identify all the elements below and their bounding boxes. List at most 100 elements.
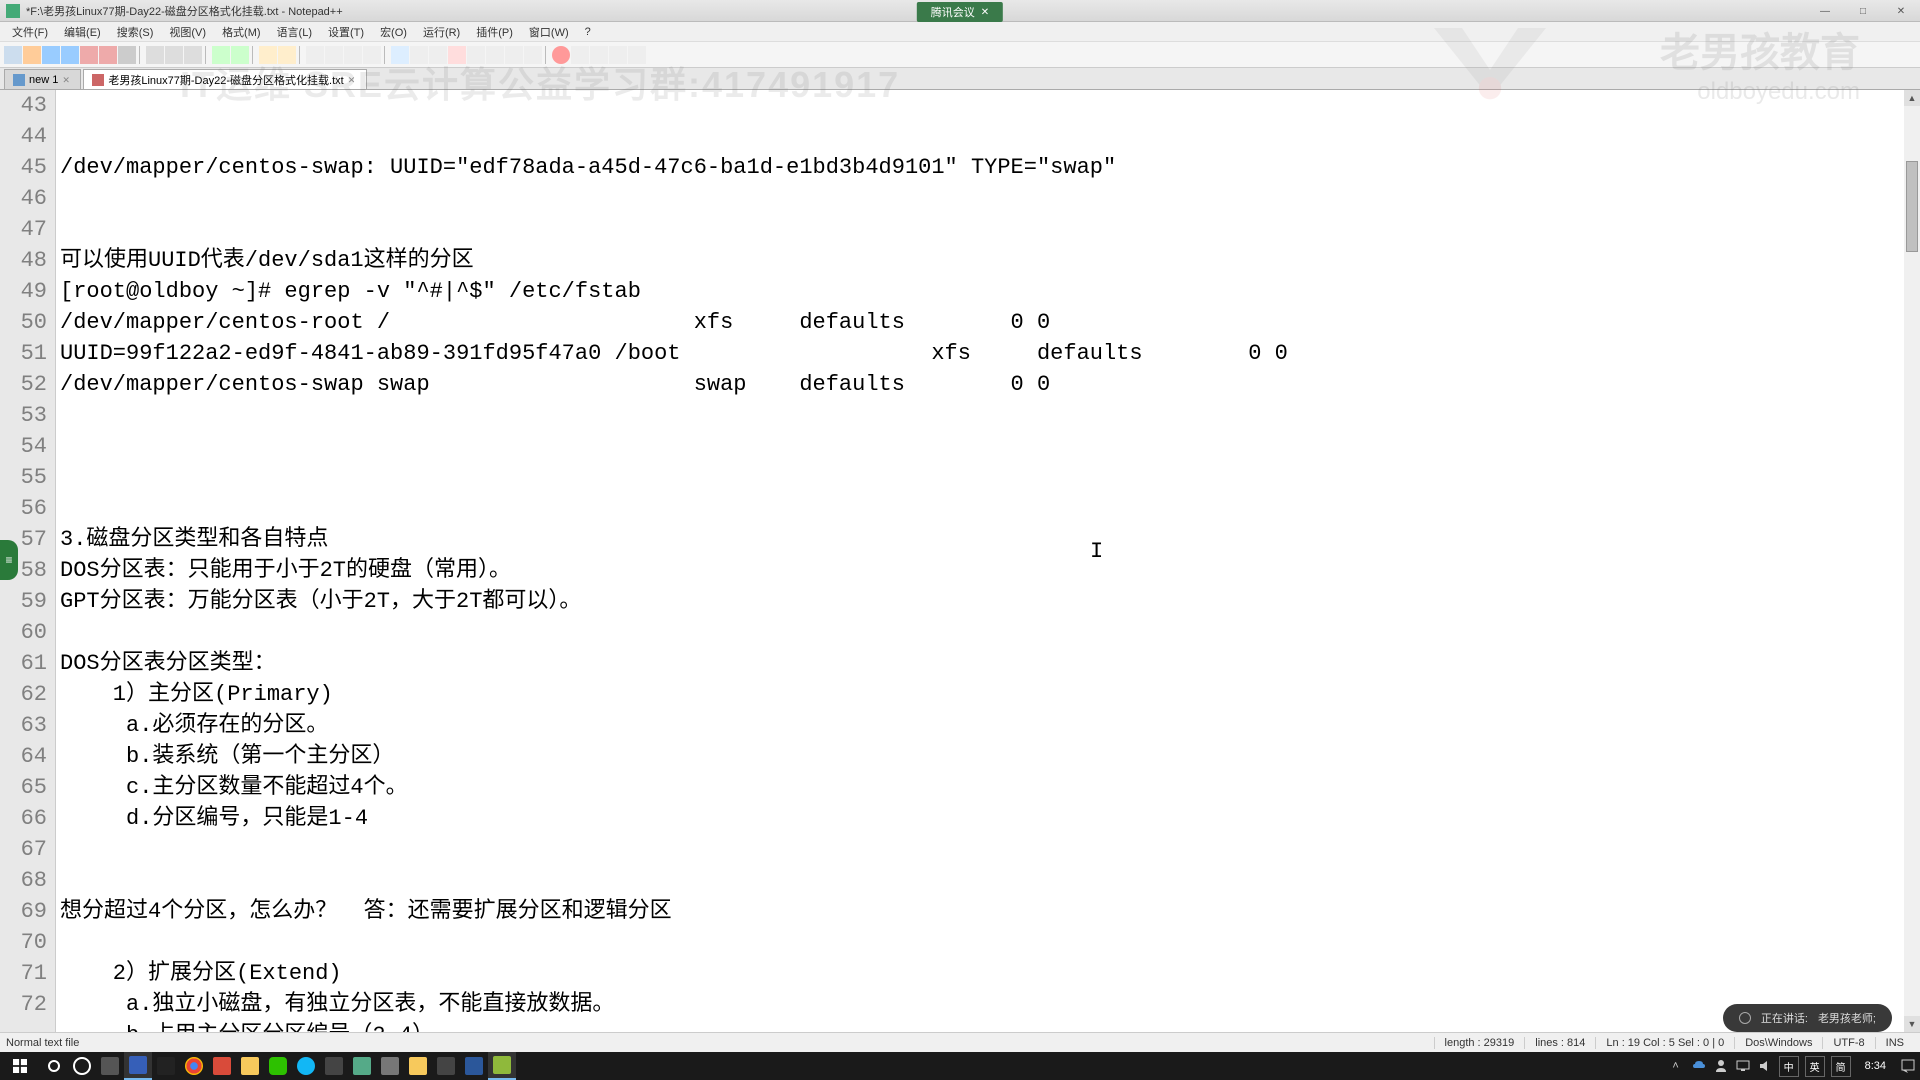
- close-icon[interactable]: ✕: [348, 75, 358, 85]
- editor-line[interactable]: /dev/mapper/centos-swap swap swap defaul…: [60, 369, 1920, 400]
- folder-workspace-icon[interactable]: [505, 46, 523, 64]
- scroll-down-icon[interactable]: ▼: [1904, 1016, 1920, 1032]
- editor-line[interactable]: 2）扩展分区(Extend): [60, 958, 1920, 989]
- editor-line[interactable]: GPT分区表：万能分区表（小于2T，大于2T都可以）。: [60, 586, 1920, 617]
- close-all-icon[interactable]: [99, 46, 117, 64]
- sync-v-icon[interactable]: [344, 46, 362, 64]
- show-all-chars-icon[interactable]: [410, 46, 428, 64]
- editor-line[interactable]: UUID=99f122a2-ed9f-4841-ab89-391fd95f47a…: [60, 338, 1920, 369]
- zoom-out-icon[interactable]: [325, 46, 343, 64]
- editor-line[interactable]: [60, 927, 1920, 958]
- cortana-icon[interactable]: [68, 1052, 96, 1080]
- monitor-icon[interactable]: [524, 46, 542, 64]
- taskbar-app-generic4[interactable]: [432, 1052, 460, 1080]
- editor-line[interactable]: [60, 400, 1920, 431]
- replace-icon[interactable]: [278, 46, 296, 64]
- taskbar-app-folder[interactable]: [236, 1052, 264, 1080]
- taskbar-app-generic2[interactable]: [348, 1052, 376, 1080]
- save-macro-icon[interactable]: [628, 46, 646, 64]
- menu-help[interactable]: ?: [577, 24, 599, 40]
- new-file-icon[interactable]: [4, 46, 22, 64]
- tray-clock[interactable]: 8:34: [1857, 1060, 1894, 1072]
- stop-macro-icon[interactable]: [571, 46, 589, 64]
- notification-center-icon[interactable]: [1900, 1058, 1916, 1074]
- paste-icon[interactable]: [184, 46, 202, 64]
- editor-line[interactable]: 1）主分区(Primary): [60, 679, 1920, 710]
- close-button[interactable]: ✕: [1882, 0, 1920, 22]
- minimize-button[interactable]: —: [1806, 0, 1844, 22]
- editor-line[interactable]: b.占用主分区分区编号（2-4）。: [60, 1020, 1920, 1032]
- start-button[interactable]: [0, 1052, 40, 1080]
- editor-line[interactable]: [60, 493, 1920, 524]
- menu-encoding[interactable]: 格式(M): [214, 22, 269, 42]
- editor-line[interactable]: [60, 462, 1920, 493]
- editor-line[interactable]: 3.磁盘分区类型和各自特点: [60, 524, 1920, 555]
- copy-icon[interactable]: [165, 46, 183, 64]
- editor-line[interactable]: /dev/mapper/centos-root / xfs defaults 0…: [60, 307, 1920, 338]
- play-multi-icon[interactable]: [609, 46, 627, 64]
- taskbar-app-qq[interactable]: [292, 1052, 320, 1080]
- taskbar-app-explorer[interactable]: [124, 1052, 152, 1080]
- editor-line[interactable]: [60, 183, 1920, 214]
- editor-line[interactable]: c.主分区数量不能超过4个。: [60, 772, 1920, 803]
- ime-chinese[interactable]: 中: [1779, 1056, 1799, 1077]
- menu-file[interactable]: 文件(F): [4, 22, 56, 42]
- close-icon[interactable]: ✕: [981, 7, 989, 18]
- menu-edit[interactable]: 编辑(E): [56, 22, 109, 42]
- editor-line[interactable]: /dev/mapper/centos-swap: UUID="edf78ada-…: [60, 152, 1920, 183]
- close-icon[interactable]: ✕: [62, 75, 72, 85]
- editor-line[interactable]: [60, 214, 1920, 245]
- redo-icon[interactable]: [231, 46, 249, 64]
- editor-line[interactable]: DOS分区表分区类型：: [60, 648, 1920, 679]
- open-file-icon[interactable]: [23, 46, 41, 64]
- tray-network-icon[interactable]: [1735, 1058, 1751, 1074]
- user-lang-icon[interactable]: [448, 46, 466, 64]
- function-list-icon[interactable]: [486, 46, 504, 64]
- tray-cloud-icon[interactable]: [1691, 1058, 1707, 1074]
- tray-people-icon[interactable]: [1713, 1058, 1729, 1074]
- meeting-indicator[interactable]: 腾讯会议 ✕: [917, 2, 1003, 22]
- editor-line[interactable]: [60, 834, 1920, 865]
- cut-icon[interactable]: [146, 46, 164, 64]
- menu-language[interactable]: 语言(L): [269, 22, 320, 42]
- record-macro-icon[interactable]: [552, 46, 570, 64]
- editor-line[interactable]: 可以使用UUID代表/dev/sda1这样的分区: [60, 245, 1920, 276]
- taskbar-app-wechat[interactable]: [264, 1052, 292, 1080]
- tray-volume-icon[interactable]: [1757, 1058, 1773, 1074]
- sync-h-icon[interactable]: [363, 46, 381, 64]
- editor-line[interactable]: b.装系统（第一个主分区）: [60, 741, 1920, 772]
- maximize-button[interactable]: □: [1844, 0, 1882, 22]
- wordwrap-icon[interactable]: [391, 46, 409, 64]
- scroll-up-icon[interactable]: ▲: [1904, 90, 1920, 106]
- text-editor[interactable]: /dev/mapper/centos-swap: UUID="edf78ada-…: [56, 90, 1920, 1032]
- editor-line[interactable]: 想分超过4个分区，怎么办？ 答：还需要扩展分区和逻辑分区: [60, 896, 1920, 927]
- taskview-icon[interactable]: [96, 1052, 124, 1080]
- ime-english[interactable]: 英: [1805, 1056, 1825, 1077]
- menu-window[interactable]: 窗口(W): [521, 22, 577, 42]
- editor-line[interactable]: d.分区编号，只能是1-4: [60, 803, 1920, 834]
- doc-map-icon[interactable]: [467, 46, 485, 64]
- menu-settings[interactable]: 设置(T): [320, 22, 372, 42]
- vertical-scrollbar[interactable]: ▲ ▼: [1904, 90, 1920, 1032]
- tab-current-file[interactable]: 老男孩Linux77期-Day22-磁盘分区格式化挂载.txt ✕: [83, 69, 366, 89]
- taskbar-app-chrome[interactable]: [180, 1052, 208, 1080]
- editor-line[interactable]: a.必须存在的分区。: [60, 710, 1920, 741]
- taskbar-app-folder2[interactable]: [404, 1052, 432, 1080]
- zoom-in-icon[interactable]: [306, 46, 324, 64]
- save-all-icon[interactable]: [61, 46, 79, 64]
- taskbar-app-word[interactable]: [460, 1052, 488, 1080]
- play-macro-icon[interactable]: [590, 46, 608, 64]
- editor-line[interactable]: DOS分区表：只能用于小于2T的硬盘（常用）。: [60, 555, 1920, 586]
- indent-guide-icon[interactable]: [429, 46, 447, 64]
- taskbar-app-wps[interactable]: [208, 1052, 236, 1080]
- editor-line[interactable]: a.独立小磁盘，有独立分区表，不能直接放数据。: [60, 989, 1920, 1020]
- undo-icon[interactable]: [212, 46, 230, 64]
- editor-line[interactable]: [root@oldboy ~]# egrep -v "^#|^$" /etc/f…: [60, 276, 1920, 307]
- tray-overflow-icon[interactable]: ˄: [1667, 1060, 1685, 1072]
- tab-new1[interactable]: new 1 ✕: [4, 69, 81, 89]
- taskbar-app-generic1[interactable]: [320, 1052, 348, 1080]
- editor-line[interactable]: [60, 617, 1920, 648]
- taskbar-app-notepadpp[interactable]: [488, 1052, 516, 1080]
- menu-macro[interactable]: 宏(O): [372, 22, 415, 42]
- scroll-thumb[interactable]: [1906, 161, 1918, 252]
